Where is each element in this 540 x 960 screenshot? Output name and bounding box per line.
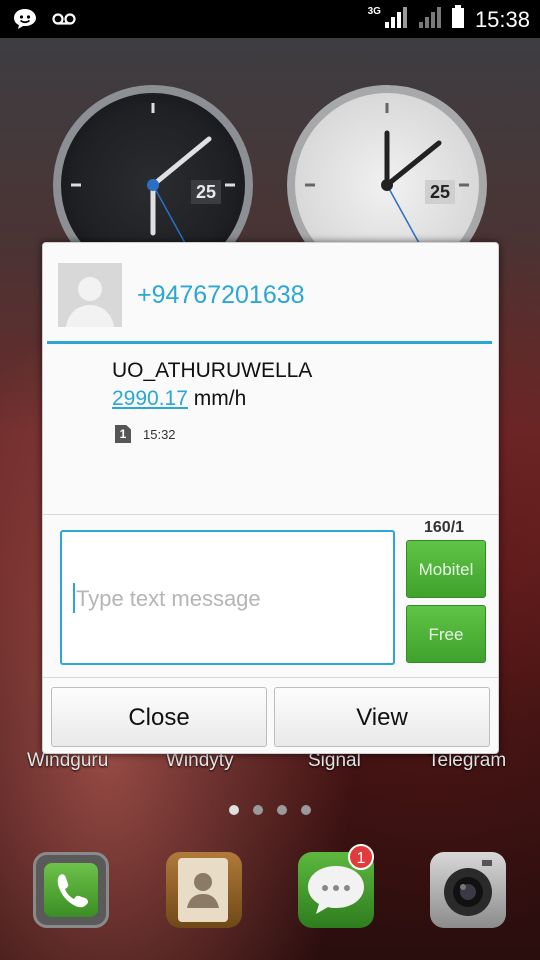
- message-number-link[interactable]: 2990.17: [112, 387, 188, 410]
- camera-icon: [444, 860, 492, 916]
- status-time: 15:38: [474, 6, 530, 32]
- page-dot: [253, 805, 263, 815]
- messaging-app[interactable]: 1: [298, 844, 374, 928]
- sim-card-icon: 1: [115, 425, 131, 443]
- unread-badge: 1: [348, 844, 374, 870]
- message-input-placeholder: Type text message: [76, 586, 261, 611]
- contact-avatar: [58, 263, 122, 327]
- close-button[interactable]: Close: [51, 687, 267, 747]
- page-dot: [229, 805, 239, 815]
- send-free-button[interactable]: Free: [406, 605, 486, 663]
- message-unit: mm/h: [187, 387, 247, 410]
- network-type: 3G: [367, 6, 381, 17]
- view-button[interactable]: View: [274, 687, 490, 747]
- phone-app[interactable]: [33, 852, 109, 928]
- page-dot: [301, 805, 311, 815]
- contacts-app[interactable]: [166, 852, 242, 928]
- message-timestamp: 15:32: [143, 427, 176, 442]
- page-indicator: [229, 805, 311, 815]
- sender-phone-number: +94767201638: [137, 281, 305, 309]
- divider: [43, 514, 498, 515]
- sms-popup-dialog: +94767201638 UO_ATHURUWELLA 2990.17 mm/h…: [42, 242, 499, 754]
- smiley-icon: [12, 7, 38, 36]
- message-body: 2990.17 mm/h: [112, 387, 246, 411]
- signal-icon: [417, 5, 441, 34]
- message-input[interactable]: Type text message: [60, 530, 395, 665]
- text-cursor: [73, 583, 75, 613]
- clock-date: 25: [191, 180, 221, 204]
- divider: [43, 677, 498, 678]
- contacts-icon: [178, 858, 228, 922]
- status-bar: 3G 15:38: [0, 0, 540, 38]
- clock-date: 25: [425, 180, 455, 204]
- battery-icon: [451, 5, 465, 34]
- camera-app[interactable]: [430, 852, 506, 928]
- page-dot: [277, 805, 287, 815]
- phone-icon: [44, 863, 98, 917]
- voicemail-icon: [52, 12, 76, 31]
- signal-icon: [383, 5, 407, 34]
- send-mobitel-button[interactable]: Mobitel: [406, 540, 486, 598]
- message-sender-text: UO_ATHURUWELLA: [112, 359, 313, 382]
- header-divider: [47, 341, 492, 344]
- char-counter: 160/1: [424, 519, 465, 536]
